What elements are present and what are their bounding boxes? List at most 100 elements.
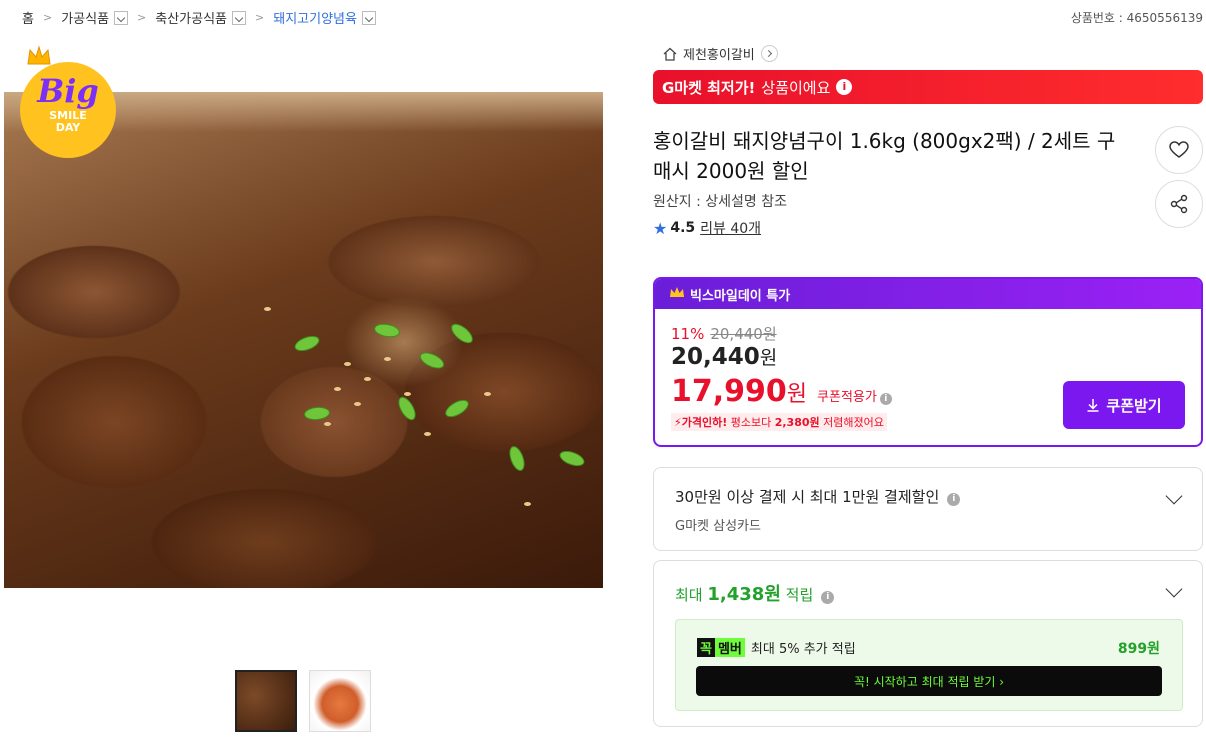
price-drop-text1: 평소보다 [730,416,772,429]
sesame-seed [404,392,411,396]
scallion-garnish [442,396,472,421]
product-number: 상품번호 : 4650556139 [1070,11,1203,25]
lowest-price-text: 상품이에요 [761,78,831,97]
membership-tag-k: 꼭 [697,638,715,657]
discount-line: 11% 20,440원 [671,323,777,344]
breadcrumb-processed-food[interactable]: 가공식품 [61,8,109,27]
get-coupon-button[interactable]: 쿠폰받기 [1063,381,1185,429]
coupon-price: 17,990 원 쿠폰적용가 i [671,374,892,409]
price-drop-text2: 저렴해졌어요 [823,416,884,429]
scallion-garnish [417,349,447,372]
membership-text: 최대 5% 추가 적립 [750,642,856,657]
breadcrumb-livestock-food[interactable]: 축산가공식품 [155,8,227,27]
breadcrumb-separator: > [137,11,147,24]
scallion-garnish [506,444,528,473]
thumbnail-1[interactable] [235,670,297,732]
scallion-garnish [303,405,331,422]
sesame-seed [334,387,341,391]
breadcrumb-current[interactable]: 돼지고기양념육 [273,8,357,27]
info-icon[interactable]: i [947,493,961,506]
product-main-image[interactable] [4,92,603,588]
breadcrumb-separator: > [255,11,265,24]
product-rating: ★ 4.5 리뷰 40개 [653,218,1203,238]
sesame-seed [384,357,391,361]
points-title: 최대 1,438원 적립 i [675,580,835,606]
crown-icon [27,45,51,65]
price-drop-notice: ⚡가격인하! 평소보다 2,380원 저렴해졌어요 [671,413,887,431]
rating-score: 4.5 [670,220,696,236]
big-smile-day-badge: Big SMILE DAY [20,62,116,158]
crown-icon [669,286,685,303]
download-icon [1087,399,1099,412]
breadcrumb-home[interactable]: 홈 [22,8,34,27]
thumbnail-list [235,670,371,732]
badge-day-text: DAY [55,121,81,134]
lowest-price-banner: G마켓 최저가! 상품이에요 i [653,70,1203,104]
share-icon [1170,194,1188,214]
breadcrumb-dropdown-icon[interactable] [361,10,376,25]
home-icon [663,47,677,61]
sale-price: 20,440원 [671,343,777,370]
shop-name: 제천홍이갈비 [683,48,755,63]
sesame-seed [424,432,431,436]
lowest-price-bold: G마켓 최저가! [662,78,756,97]
chevron-down-icon[interactable] [1165,487,1183,505]
info-icon[interactable]: i [821,591,835,604]
review-count-link[interactable]: 리뷰 40개 [700,218,761,238]
get-coupon-label: 쿠폰받기 [1106,396,1162,415]
membership-tag: 꼭 멤버 최대 5% 추가 적립 [697,638,856,657]
sesame-seed [524,502,531,506]
product-origin: 원산지 : 상세설명 참조 [653,194,787,210]
wishlist-button[interactable] [1155,126,1203,174]
scallion-garnish [394,393,420,424]
info-icon[interactable]: i [879,393,892,405]
heart-icon [1169,141,1189,158]
original-price: 20,440원 [710,325,777,343]
membership-amount: 899원 [1117,641,1160,657]
discount-rate: 11% [671,325,705,343]
payment-card-name: G마켓 삼성카드 [675,519,761,534]
sesame-seed [324,422,331,426]
coupon-price-label: 쿠폰적용가 [817,390,877,405]
points-suffix: 적립 [785,586,814,604]
breadcrumb-separator: > [42,11,53,24]
lightning-icon: ⚡ [674,416,682,429]
payment-discount-title: 30만원 이상 결제 시 최대 1만원 결제할인 i [675,486,961,507]
membership-start-button[interactable]: 꼭! 시작하고 최대 적립 받기 › [696,666,1162,696]
sale-price-value: 20,440 [671,344,760,370]
breadcrumb: 홈 > 가공식품 > 축산가공식품 > 돼지고기양념육 [22,8,376,27]
sesame-seed [344,362,351,366]
scallion-garnish [373,321,401,340]
points-prefix: 최대 [675,586,703,604]
coupon-price-value: 17,990 [671,374,787,409]
star-icon: ★ [653,218,668,238]
sesame-seed [364,377,371,381]
info-icon[interactable]: i [836,79,853,95]
membership-promo: 꼭 멤버 최대 5% 추가 적립 899원 꼭! 시작하고 최대 적립 받기 › [675,619,1183,711]
deal-header-label: 빅스마일데이 특가 [690,288,791,304]
shop-arrow-icon [760,45,778,62]
points-amount: 1,438원 [707,584,781,605]
points-box: 최대 1,438원 적립 i 꼭 멤버 최대 5% 추가 적립 899원 꼭! 시작… [653,560,1203,727]
payment-discount-text: 30만원 이상 결제 시 최대 1만원 결제할인 [675,488,940,506]
coupon-price-unit: 원 [786,382,808,407]
shop-link[interactable]: 제천홍이갈비 [653,44,1203,63]
sale-price-unit: 원 [759,347,778,369]
scallion-garnish [557,447,587,470]
membership-tag-m: 멤버 [714,638,745,657]
price-drop-bold: 가격인하! [681,416,728,429]
price-drop-amount: 2,380원 [774,416,820,429]
deal-header: 빅스마일데이 특가 [655,279,1201,309]
scallion-garnish [447,320,477,347]
share-button[interactable] [1155,180,1203,228]
product-title: 홍이갈비 돼지양념구이 1.6kg (800gx2팩) / 2세트 구매시 20… [653,129,1116,183]
sesame-seed [264,307,271,311]
badge-big-text: Big [37,72,99,110]
big-smile-deal-box: 빅스마일데이 특가 11% 20,440원 20,440원 17,990 원 쿠폰적… [653,277,1203,447]
breadcrumb-dropdown-icon[interactable] [232,10,247,25]
thumbnail-2[interactable] [309,670,371,732]
breadcrumb-dropdown-icon[interactable] [114,10,129,25]
sesame-seed [354,402,361,406]
payment-discount-box[interactable]: 30만원 이상 결제 시 최대 1만원 결제할인 i G마켓 삼성카드 [653,467,1203,551]
chevron-down-icon[interactable] [1165,580,1183,598]
